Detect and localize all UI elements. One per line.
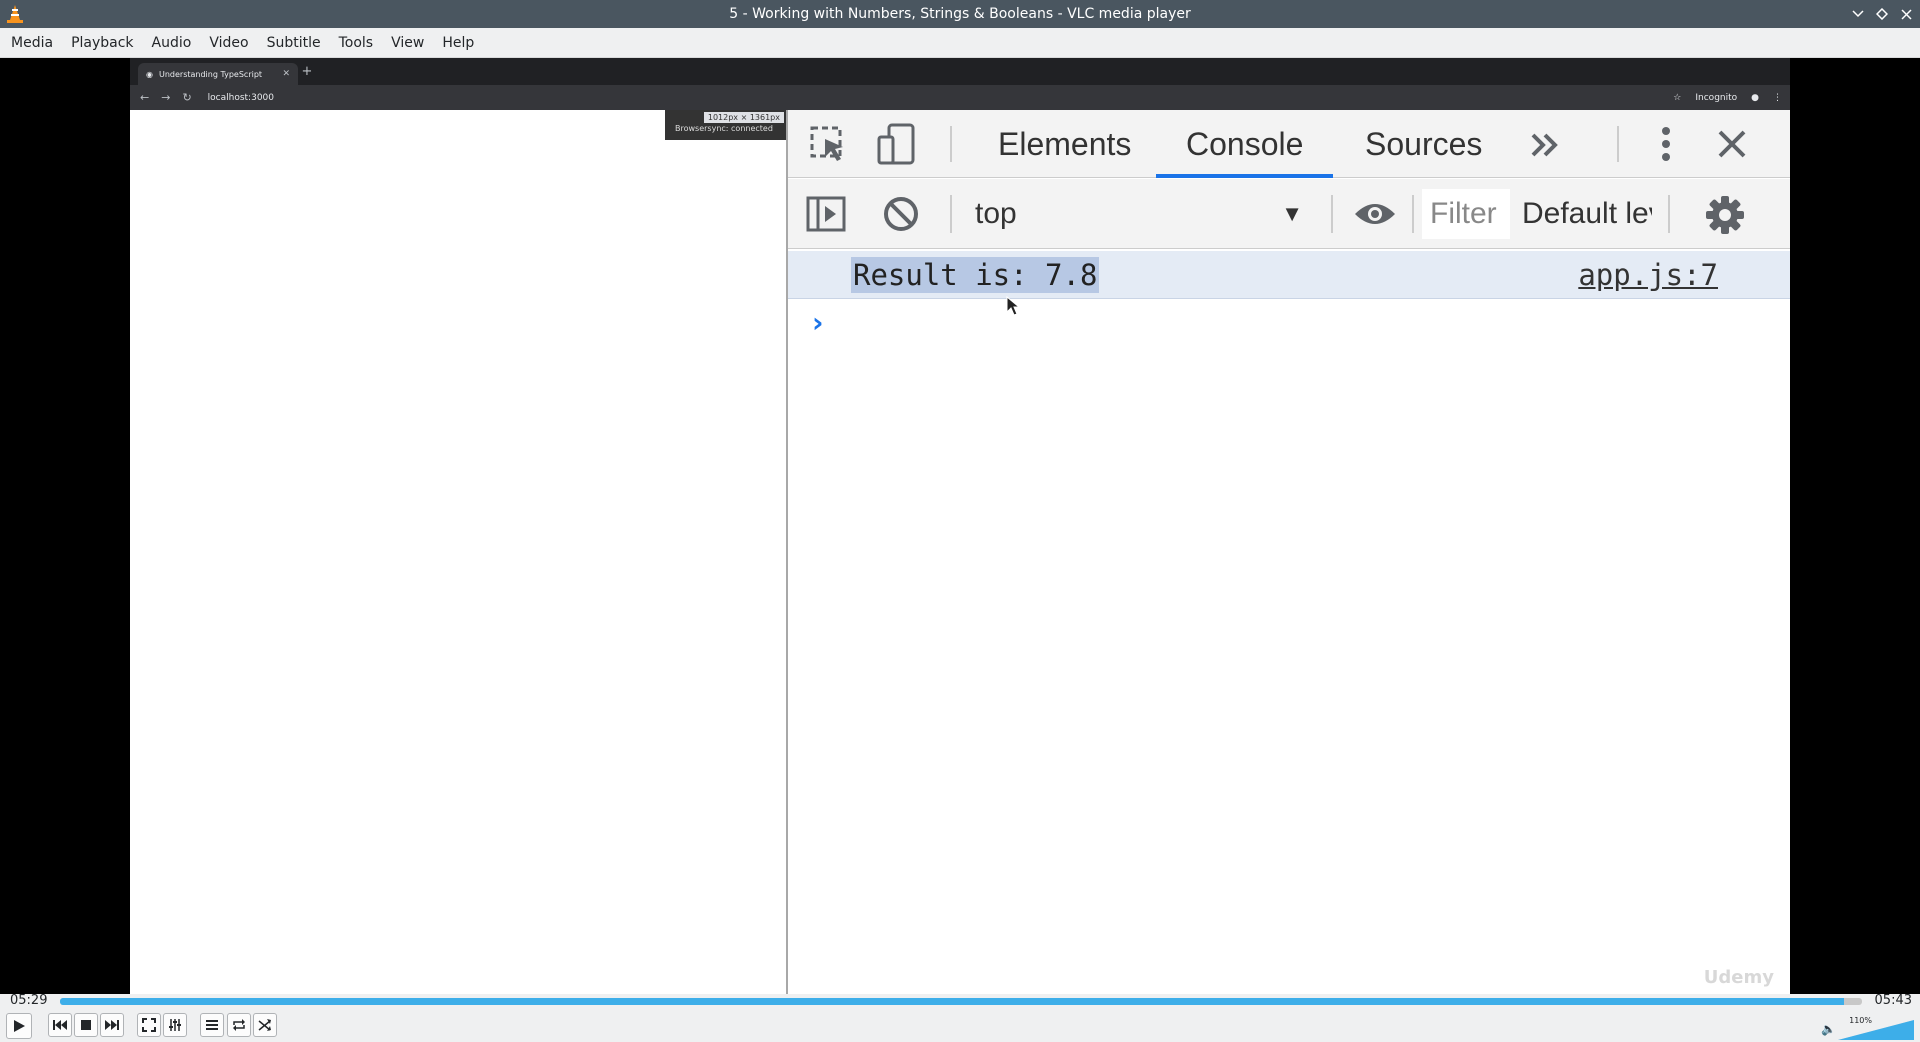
title-bar: 5 - Working with Numbers, Strings & Bool…: [0, 0, 1920, 28]
video-frame: ◉ Understanding TypeScript ✕ + ← → ↻ loc…: [130, 58, 1790, 994]
udemy-watermark: Udemy: [1703, 967, 1774, 988]
tab-sources: Sources: [1365, 126, 1483, 162]
context-value: top: [975, 197, 1017, 230]
reload-icon: ↻: [182, 91, 192, 104]
globe-icon: ◉: [146, 69, 153, 79]
playlist-button[interactable]: [200, 1013, 224, 1037]
more-tabs-icon: [1528, 128, 1562, 162]
extended-settings-button[interactable]: [163, 1013, 187, 1037]
toolbar-separator: [1331, 195, 1333, 233]
fullscreen-button[interactable]: [137, 1013, 161, 1037]
viewport-size-tooltip: 1012px × 1361px Browsersync: connected: [665, 110, 786, 140]
browser-tab: ◉ Understanding TypeScript ✕: [138, 63, 298, 85]
forward-icon: →: [161, 91, 171, 104]
shuffle-icon: [258, 1019, 271, 1031]
devtools-panel: Elements Console Sources top ▼ Filter De…: [786, 110, 1790, 994]
browser-right-icons: ☆ Incognito ● ⋮: [1673, 93, 1782, 103]
previous-icon: [53, 1020, 67, 1030]
menu-audio[interactable]: Audio: [143, 28, 201, 58]
loop-icon: [233, 1019, 245, 1031]
menu-subtitle[interactable]: Subtitle: [258, 28, 330, 58]
close-icon[interactable]: [1898, 6, 1914, 22]
browser-nav: ← → ↻: [140, 91, 192, 104]
total-time: 05:43: [1874, 993, 1912, 1008]
viewport-size: 1012px × 1361px: [703, 112, 784, 123]
settings-gear-icon: [1703, 193, 1747, 237]
toolbar-separator: [1668, 195, 1670, 233]
log-levels-dropdown: Default levels: [1522, 197, 1652, 230]
browser-tab-title: Understanding TypeScript: [158, 69, 263, 79]
elapsed-time: 05:29: [10, 993, 48, 1008]
menu-tools[interactable]: Tools: [330, 28, 383, 58]
window-title: 5 - Working with Numbers, Strings & Bool…: [729, 6, 1191, 22]
toolbar-separator: [1412, 195, 1414, 233]
toolbar-separator: [1617, 126, 1619, 162]
next-button[interactable]: [100, 1013, 124, 1037]
next-icon: [105, 1020, 119, 1030]
minimize-icon[interactable]: [1850, 6, 1866, 22]
console-prompt-icon: ›: [812, 306, 824, 339]
browser-tab-strip: ◉ Understanding TypeScript ✕ +: [130, 58, 1790, 85]
incognito-label: Incognito: [1695, 92, 1738, 103]
stop-button[interactable]: [74, 1013, 98, 1037]
console-log-message: Result is: 7.8: [851, 257, 1100, 293]
console-toolbar: top ▼ Filter Default levels: [788, 179, 1790, 249]
shuffle-button[interactable]: [253, 1013, 277, 1037]
menu-video[interactable]: Video: [200, 28, 257, 58]
browser-url: localhost:3000: [207, 92, 274, 103]
playlist-icon: [206, 1020, 218, 1030]
speaker-icon[interactable]: 🔈: [1821, 1022, 1836, 1036]
devtools-toolbar: Elements Console Sources: [788, 110, 1790, 178]
tab-close-icon: ✕: [282, 69, 290, 79]
menu-help[interactable]: Help: [433, 28, 483, 58]
menu-view[interactable]: View: [382, 28, 433, 58]
toolbar-separator: [950, 126, 952, 162]
window-controls: [1850, 0, 1914, 28]
browsersync-hint: Browsersync: connected: [675, 124, 773, 133]
console-log-row: Result is: 7.8 app.js:7: [788, 251, 1790, 299]
back-icon: ←: [140, 91, 150, 104]
browser-toolbar: ← → ↻ localhost:3000 ☆ Incognito ● ⋮: [130, 85, 1790, 110]
incognito-icon: ●: [1751, 92, 1759, 103]
equalizer-icon: [169, 1019, 181, 1031]
mouse-cursor-icon: [1006, 296, 1020, 316]
volume-level: [1838, 1020, 1914, 1040]
menu-playback[interactable]: Playback: [62, 28, 142, 58]
play-button[interactable]: [6, 1013, 32, 1039]
show-sidebar-icon: [806, 195, 846, 233]
menu-bar: Media Playback Audio Video Subtitle Tool…: [0, 28, 1920, 58]
playback-controls: 🔈 110%: [0, 1008, 1920, 1042]
video-area[interactable]: ◉ Understanding TypeScript ✕ + ← → ↻ loc…: [0, 58, 1920, 994]
caret-down-icon: ▼: [1281, 201, 1303, 226]
console-log-source-link: app.js:7: [1578, 258, 1718, 292]
inspect-element-icon: [808, 124, 848, 164]
live-expression-eye-icon: [1352, 195, 1398, 233]
loop-button[interactable]: [227, 1013, 251, 1037]
toolbar-separator: [950, 195, 952, 233]
browser-menu-icon: ⋮: [1773, 92, 1782, 103]
star-icon: ☆: [1673, 92, 1682, 103]
new-tab-icon: +: [301, 64, 313, 79]
seek-slider[interactable]: [60, 998, 1862, 1005]
seek-row: 05:29 05:43: [0, 994, 1920, 1008]
maximize-icon[interactable]: [1874, 6, 1890, 22]
volume-slider[interactable]: [1838, 1016, 1914, 1040]
play-icon: [14, 1020, 25, 1032]
vlc-cone-icon: [7, 5, 23, 23]
menu-media[interactable]: Media: [2, 28, 62, 58]
previous-button[interactable]: [48, 1013, 72, 1037]
context-selector: top ▼: [975, 191, 1315, 237]
stop-icon: [81, 1020, 91, 1030]
device-toolbar-icon: [876, 122, 916, 166]
kebab-menu-icon: [1656, 124, 1676, 164]
tab-elements: Elements: [998, 126, 1132, 162]
tab-console: Console: [1155, 110, 1334, 178]
fullscreen-icon: [142, 1018, 156, 1032]
console-filter-input: Filter: [1422, 189, 1510, 239]
seek-progress: [60, 998, 1844, 1005]
clear-console-icon: [882, 195, 920, 233]
devtools-close-icon: [1714, 126, 1750, 162]
page-viewport: 1012px × 1361px Browsersync: connected: [130, 110, 786, 994]
